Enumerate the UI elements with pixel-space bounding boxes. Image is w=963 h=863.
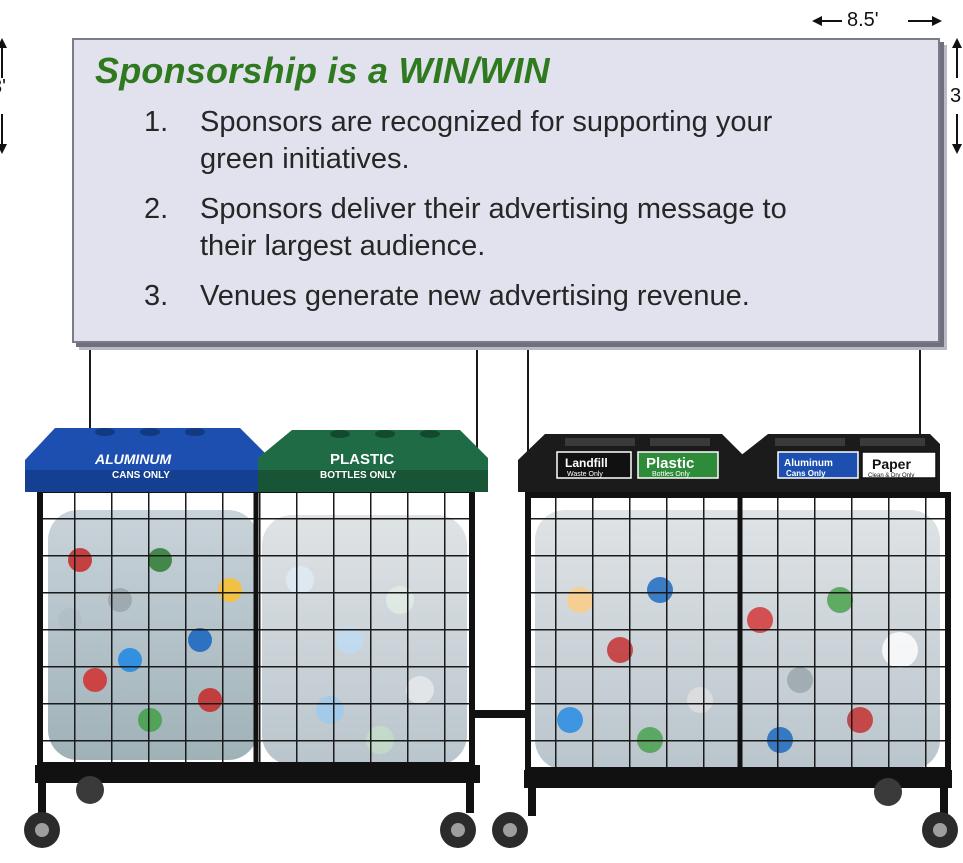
bin-label: Aluminum bbox=[784, 458, 833, 469]
lid-label: PLASTIC bbox=[330, 451, 394, 468]
bin-label: Plastic bbox=[646, 455, 694, 472]
right-bin-unit: Landfill Waste Only Plastic Bottles Only… bbox=[492, 434, 958, 848]
bin-label: Landfill bbox=[565, 456, 608, 470]
bin-label: Clean & Dry Only bbox=[868, 473, 914, 479]
lid-label: CANS ONLY bbox=[112, 470, 170, 481]
bin-label: Paper bbox=[872, 456, 911, 472]
bin-label: Bottles Only bbox=[652, 471, 690, 478]
bin-label: Cans Only bbox=[786, 469, 826, 478]
left-bin-unit: ALUMINUM CANS ONLY PLASTIC BOTTLES ONLY bbox=[24, 428, 488, 848]
lid-label: ALUMINUM bbox=[94, 451, 172, 467]
recycling-bins-photo: ALUMINUM CANS ONLY PLASTIC BOTTLES ONLY bbox=[24, 428, 958, 848]
lid-label: BOTTLES ONLY bbox=[320, 470, 397, 481]
bin-label: Waste Only bbox=[567, 471, 603, 478]
